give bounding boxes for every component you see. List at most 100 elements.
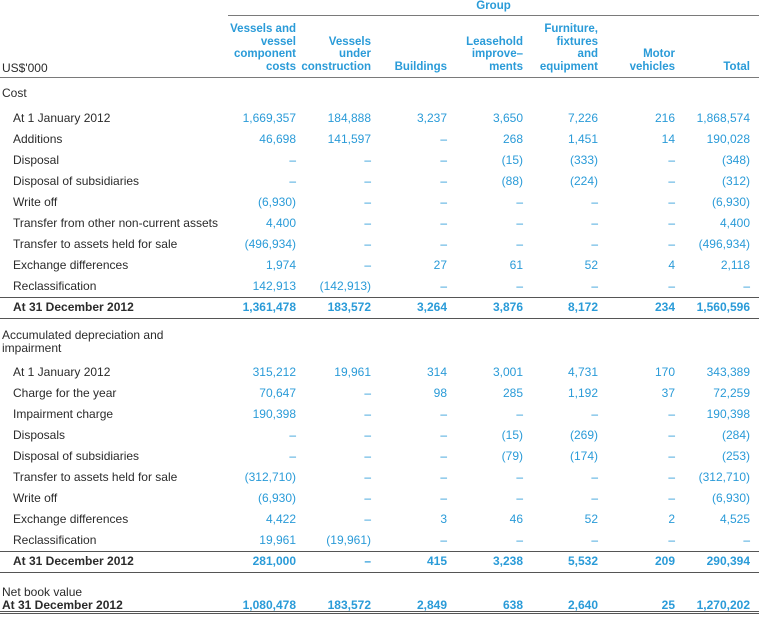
column-header-line: Total [723,60,750,73]
table-row: At 1 January 2012 1,669,357 184,888 3,237 3,… [0,108,759,129]
table-row: Exchange differences 1,974 – 27 61 52 4 2,118 [0,255,759,276]
column-header-line: under [339,48,371,60]
cell-value: – [668,216,675,230]
rule-line [0,77,759,78]
cell-value: 3,238 [492,554,523,568]
row-label: Disposals [13,428,66,442]
row-label: Write off [13,491,58,505]
cell-value: 37 [661,386,675,400]
cell-value: (312,710) [244,470,296,484]
column-header: Vessels under construction [271,36,371,74]
cell-value: 183,572 [327,300,371,314]
table-row: Transfer to assets held for sale (496,934… [0,234,759,255]
rule-line [0,297,759,298]
column-header-line: Motor [643,48,675,60]
cell-value: 190,398 [706,407,750,421]
cell-value: (312,710) [698,470,750,484]
cell-value: – [516,237,523,251]
cell-value: (496,934) [244,237,296,251]
row-label: Disposal [13,153,60,167]
cell-value: – [591,216,598,230]
cell-value: 1,974 [265,258,296,272]
cell-value: – [364,195,371,209]
cell-value: (79) [501,449,523,463]
cell-value: 4,731 [567,365,598,379]
cell-value: – [364,258,371,272]
cell-value: – [591,279,598,293]
cell-value: 98 [433,386,447,400]
cell-value: 7,226 [567,111,598,125]
cell-value: 268 [502,132,523,146]
cell-value: 3,876 [492,300,523,314]
cell-value: – [743,533,750,547]
cell-value: 3,237 [416,111,447,125]
column-header: Total [670,61,750,74]
cell-value: – [591,195,598,209]
cell-value: (269) [569,428,598,442]
row-label: At 31 December 2012 [13,554,134,568]
table-row: Additions 46,698 141,597 – 268 1,451 14 190,028 [0,129,759,150]
cell-value: 2,118 [720,258,750,272]
column-header-line: construction [301,60,371,73]
cell-value: – [440,195,447,209]
cell-value: – [440,449,447,463]
cell-value: (6,930) [711,491,750,505]
cell-value: – [668,470,675,484]
cell-value: 52 [584,258,598,272]
cell-value: – [364,216,371,230]
cell-value: 285 [502,386,523,400]
table-row: Transfer to assets held for sale (312,710… [0,467,759,488]
cell-value: – [668,533,675,547]
cell-value: 415 [426,554,447,568]
cell-value: 72,259 [713,386,750,400]
cell-value: – [440,153,447,167]
column-header-line: Vessels and [230,23,296,35]
row-label: Write off [13,195,58,209]
column-header-line: Furniture, [544,23,598,35]
cell-value: – [516,533,523,547]
row-label: Reclassification [13,533,97,547]
cell-value: (284) [721,428,750,442]
cell-value: 19,961 [259,533,296,547]
unit-label: US$'000 [2,61,48,75]
cell-value: 1,361,478 [242,300,296,314]
section-title: Cost [2,86,27,100]
cell-value: 2 [668,512,675,526]
cell-value: (312) [721,174,750,188]
cell-value: 8,172 [567,300,598,314]
cell-value: – [364,428,371,442]
cell-value: 3,264 [416,300,447,314]
cell-value: 3,001 [492,365,523,379]
row-label: Impairment charge [13,407,114,421]
table-row: At 1 January 2012 315,212 19,961 314 3,001 4,… [0,362,759,383]
cell-value: (15) [501,153,523,167]
row-label: Disposal of subsidiaries [13,174,140,188]
cell-value: – [289,449,296,463]
row-label: Transfer from other non-current assets [13,216,218,230]
column-header: Furniture, fixtures and equipment [503,23,598,73]
cell-value: – [364,153,371,167]
cell-value: (253) [721,449,750,463]
cell-value: 46 [509,512,523,526]
cell-value: 290,394 [706,554,750,568]
cell-value: 170 [654,365,675,379]
table-row: Impairment charge 190,398 – – – – – 190,398 [0,404,759,425]
cell-value: – [364,449,371,463]
cell-value: 3,650 [492,111,523,125]
cell-value: (6,930) [711,195,750,209]
table-row: Charge for the year 70,647 – 98 285 1,192 37 72… [0,383,759,404]
cell-value: (15) [501,428,523,442]
cell-value: 27 [433,258,447,272]
cell-value: – [440,470,447,484]
cell-value: – [440,491,447,505]
rule-line [0,551,759,552]
table-row: Disposal of subsidiaries – – – (79) (174) – (25… [0,446,759,467]
cell-value: – [440,279,447,293]
column-header-line: fixtures [556,35,598,48]
cell-value: – [440,533,447,547]
cell-value: (6,930) [257,491,296,505]
cell-value: 141,597 [327,132,371,146]
cell-value: – [591,533,598,547]
cell-value: (224) [569,174,598,188]
group-underline [228,15,759,16]
